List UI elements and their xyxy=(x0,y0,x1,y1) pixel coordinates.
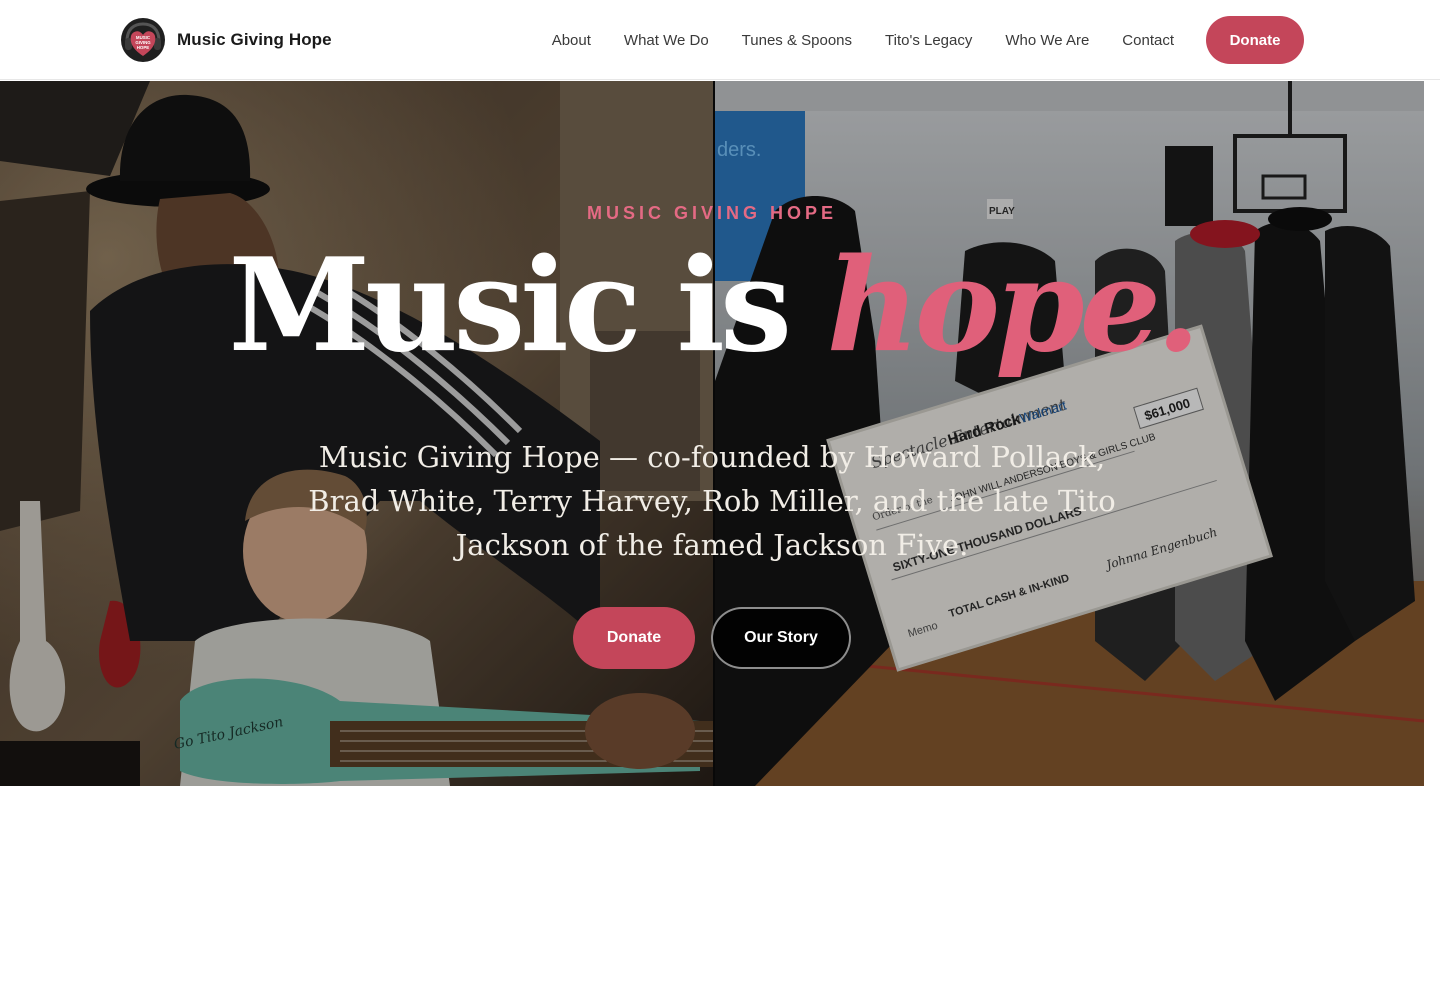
hero-donate-button[interactable]: Donate xyxy=(573,607,695,669)
header-donate-button[interactable]: Donate xyxy=(1206,16,1304,64)
brand-home-link[interactable]: MUSIC GIVING HOPE Music Giving Hope xyxy=(120,17,332,63)
nav-who-we-are[interactable]: Who We Are xyxy=(1005,32,1089,49)
nav-titos-legacy[interactable]: Tito's Legacy xyxy=(885,32,972,49)
nav-about[interactable]: About xyxy=(552,32,591,49)
hero-title-accent: hope. xyxy=(826,231,1201,381)
music-giving-hope-logo: MUSIC GIVING HOPE xyxy=(121,18,165,62)
brand-name: Music Giving Hope xyxy=(177,30,332,49)
hero-content: MUSIC GIVING HOPE Music is hope. Music G… xyxy=(0,81,1424,786)
svg-text:HOPE: HOPE xyxy=(137,45,150,50)
hero-cta-group: Donate Our Story xyxy=(573,607,851,669)
our-story-button[interactable]: Our Story xyxy=(711,607,851,669)
nav-tunes-and-spoons[interactable]: Tunes & Spoons xyxy=(742,32,852,49)
nav-what-we-do[interactable]: What We Do xyxy=(624,32,709,49)
hero-title: Music is hope. xyxy=(0,221,1424,391)
hero-title-main: Music is xyxy=(228,231,827,381)
hero-subtitle: Music Giving Hope — co-founded by Howard… xyxy=(308,440,1116,562)
main-nav: About What We Do Tunes & Spoons Tito's L… xyxy=(552,0,1304,80)
hero-section: Go Tito Jackson ders. PLAY Spectacle Ent… xyxy=(0,81,1424,786)
nav-contact[interactable]: Contact xyxy=(1122,32,1174,49)
site-header: MUSIC GIVING HOPE Music Giving Hope Abou… xyxy=(0,0,1440,80)
